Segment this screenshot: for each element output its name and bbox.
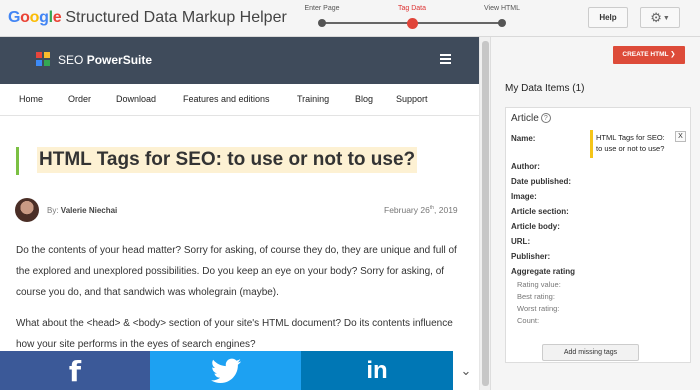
- nav-home[interactable]: Home: [19, 94, 43, 104]
- field-name[interactable]: Name:: [511, 134, 535, 143]
- publish-date: February 26th, 2019: [384, 205, 458, 215]
- byline-prefix: By:: [47, 206, 59, 215]
- step-dot-view-html[interactable]: [498, 19, 506, 27]
- chevron-down-icon: ⌄: [460, 363, 472, 378]
- field-url[interactable]: URL:: [511, 237, 530, 246]
- my-data-items-heading: My Data Items (1): [505, 83, 585, 94]
- field-article-section[interactable]: Article section:: [511, 207, 569, 216]
- remove-name-button[interactable]: X: [675, 131, 686, 142]
- nav-features[interactable]: Features and editions: [183, 94, 270, 104]
- field-best-rating[interactable]: Best rating:: [517, 292, 555, 301]
- nav-support[interactable]: Support: [396, 94, 428, 104]
- create-html-button[interactable]: CREATE HTML ❯: [613, 46, 685, 64]
- chevron-right-icon: ❯: [670, 51, 676, 58]
- top-bar: Google Structured Data Markup Helper Ente…: [0, 0, 700, 37]
- step-dot-enter-page[interactable]: [318, 19, 326, 27]
- field-author[interactable]: Author:: [511, 162, 540, 171]
- field-article-body[interactable]: Article body:: [511, 222, 560, 231]
- avatar: [15, 198, 39, 222]
- field-publisher[interactable]: Publisher:: [511, 252, 550, 261]
- more-share-button[interactable]: ⌄: [453, 351, 479, 390]
- byline: By: Valerie Niechai: [47, 206, 117, 215]
- help-button[interactable]: Help: [588, 7, 628, 28]
- site-brand[interactable]: SEO PowerSuite: [58, 53, 152, 67]
- site-header: SEO PowerSuite: [0, 37, 479, 84]
- create-html-label: CREATE HTML: [622, 51, 669, 58]
- date-text: February 26: [384, 205, 430, 215]
- facebook-icon: f: [68, 355, 82, 388]
- field-rating-value[interactable]: Rating value:: [517, 280, 561, 289]
- article-item-card: Article? Name: HTML Tags for SEO: to use…: [505, 107, 691, 363]
- nav-download[interactable]: Download: [116, 94, 156, 104]
- linkedin-icon: in: [366, 357, 388, 384]
- progress-steps: Enter Page Tag Data View HTML: [304, 0, 520, 37]
- brand-prefix: SEO: [58, 53, 84, 67]
- caret-down-icon: ▼: [662, 15, 670, 23]
- date-year: , 2019: [434, 205, 458, 215]
- field-image[interactable]: Image:: [511, 192, 537, 201]
- article-title[interactable]: HTML Tags for SEO: to use or not to use?: [37, 147, 418, 173]
- field-date-published[interactable]: Date published:: [511, 177, 571, 186]
- twitter-icon: [210, 358, 241, 383]
- brand-name: PowerSuite: [86, 53, 153, 67]
- settings-button[interactable]: ⚙▼: [640, 7, 680, 28]
- field-worst-rating[interactable]: Worst rating:: [517, 304, 559, 313]
- step-view-html[interactable]: View HTML: [462, 5, 542, 12]
- site-nav: Home Order Download Features and edition…: [0, 84, 479, 116]
- hamburger-icon[interactable]: [440, 54, 451, 66]
- step-enter-page[interactable]: Enter Page: [282, 5, 362, 12]
- page-preview: SEO PowerSuite Home Order Download Featu…: [0, 37, 479, 390]
- nav-order[interactable]: Order: [68, 94, 91, 104]
- field-count[interactable]: Count:: [517, 316, 539, 325]
- article-title-wrap: HTML Tags for SEO: to use or not to use?: [16, 147, 418, 175]
- author-name[interactable]: Valerie Niechai: [61, 206, 117, 215]
- help-circle-icon[interactable]: ?: [540, 113, 551, 123]
- facebook-share-button[interactable]: f: [0, 351, 150, 390]
- article-paragraph: Do the contents of your head matter? Sor…: [16, 245, 457, 298]
- step-dot-tag-data[interactable]: [406, 17, 418, 29]
- item-type-label: Article: [511, 113, 539, 124]
- item-type-title: Article?: [511, 113, 551, 124]
- nav-blog[interactable]: Blog: [355, 94, 373, 104]
- twitter-share-button[interactable]: [150, 351, 301, 390]
- nav-training[interactable]: Training: [297, 94, 329, 104]
- data-items-panel: CREATE HTML ❯ My Data Items (1) Article?…: [490, 37, 700, 390]
- scrollbar-thumb[interactable]: [482, 41, 489, 386]
- add-missing-tags-button[interactable]: Add missing tags: [542, 344, 639, 361]
- share-bar: f in ⌄: [0, 351, 479, 390]
- step-tag-data[interactable]: Tag Data: [372, 5, 452, 12]
- name-value[interactable]: HTML Tags for SEO: to use or not to use?: [590, 130, 671, 158]
- field-aggregate-rating[interactable]: Aggregate rating: [511, 267, 575, 276]
- gear-icon: ⚙: [650, 10, 662, 25]
- google-logo: Google: [8, 9, 62, 26]
- article-paragraph: What about the <head> & <body> section o…: [16, 318, 453, 350]
- app-title: Google Structured Data Markup Helper: [8, 9, 287, 27]
- seo-powersuite-logo-icon: [36, 52, 50, 66]
- app-title-text: Structured Data Markup Helper: [65, 9, 287, 26]
- linkedin-share-button[interactable]: in: [301, 351, 453, 390]
- page-scrollbar[interactable]: [479, 37, 490, 390]
